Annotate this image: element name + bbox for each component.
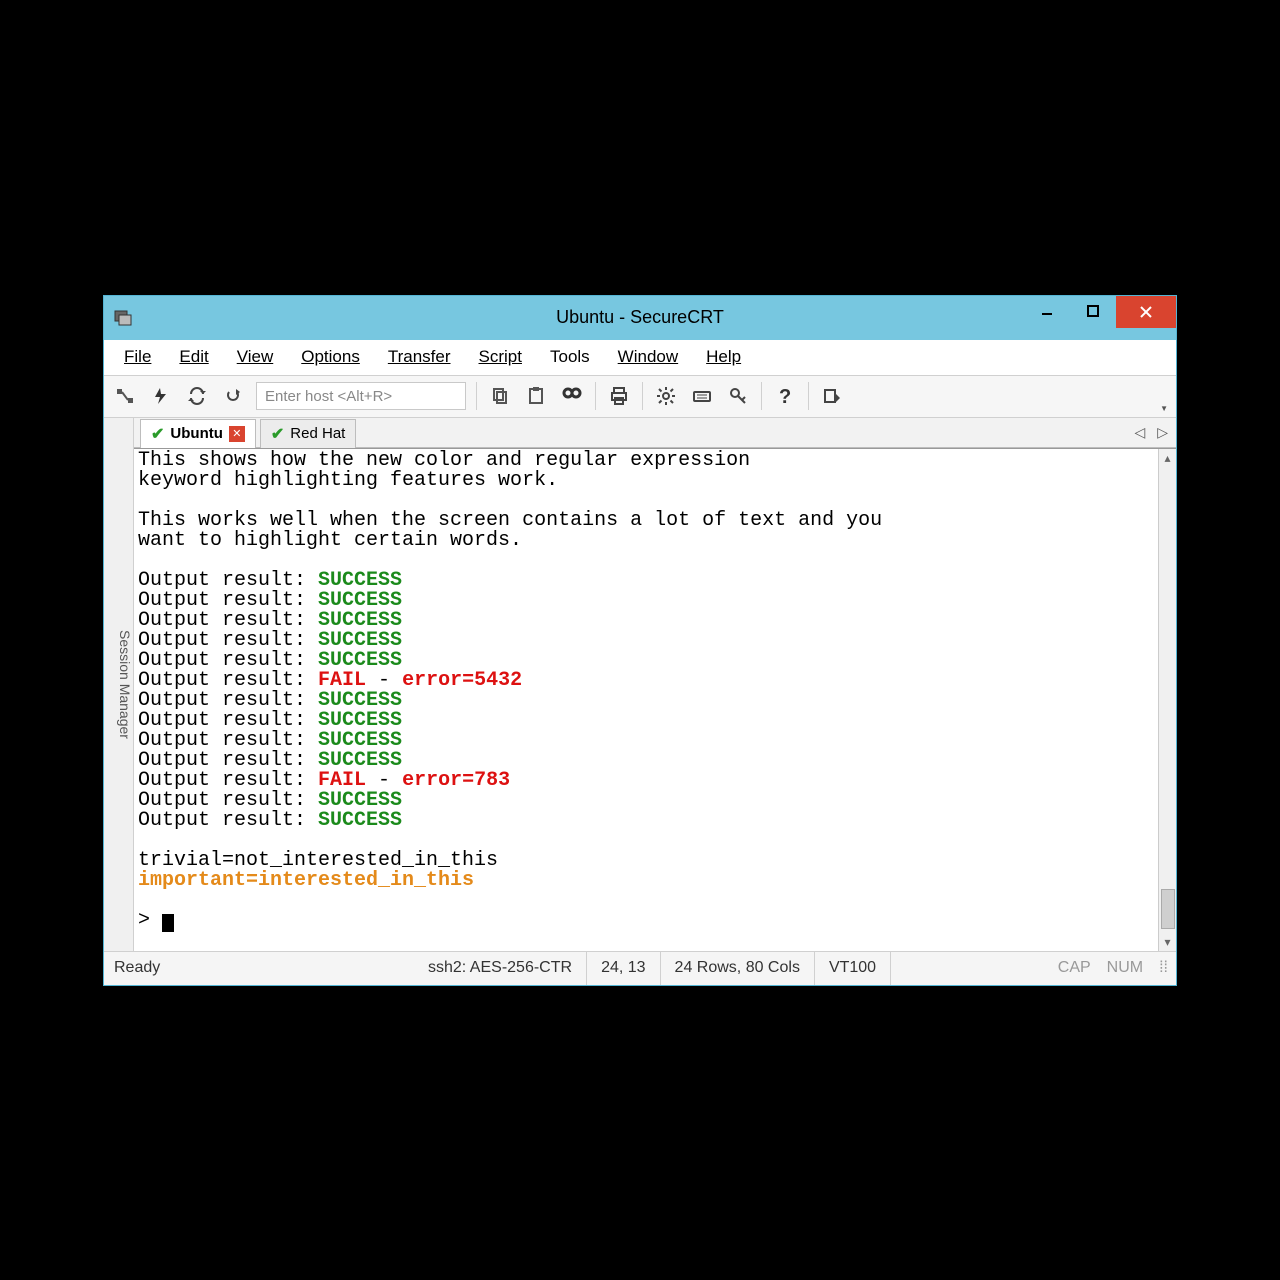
term-line: Output result: SUCCESS xyxy=(138,591,1154,611)
toolbar-separator xyxy=(595,382,596,410)
term-line: Output result: FAIL - error=5432 xyxy=(138,671,1154,691)
tab-ubuntu[interactable]: ✔ Ubuntu ✕ xyxy=(140,419,256,448)
term-line: Output result: SUCCESS xyxy=(138,731,1154,751)
tab-close-button[interactable]: ✕ xyxy=(229,426,245,442)
menu-edit[interactable]: Edit xyxy=(171,343,216,371)
titlebar[interactable]: Ubuntu - SecureCRT xyxy=(104,296,1176,340)
status-term-type: VT100 xyxy=(815,952,891,985)
disconnect-icon[interactable] xyxy=(220,383,246,409)
term-prompt: > xyxy=(138,911,1154,931)
cursor xyxy=(162,914,174,932)
status-protocol: ssh2: AES-256-CTR xyxy=(414,952,587,985)
window-controls xyxy=(1024,296,1176,328)
terminal[interactable]: This shows how the new color and regular… xyxy=(134,449,1158,951)
scroll-up-icon[interactable]: ▴ xyxy=(1164,451,1170,465)
term-line: want to highlight certain words. xyxy=(138,531,1154,551)
term-line: Output result: SUCCESS xyxy=(138,571,1154,591)
host-input[interactable] xyxy=(256,382,466,410)
svg-text:?: ? xyxy=(779,386,791,406)
term-line: Output result: SUCCESS xyxy=(138,631,1154,651)
tab-redhat[interactable]: ✔ Red Hat xyxy=(260,419,356,448)
window-title: Ubuntu - SecureCRT xyxy=(556,307,724,328)
scroll-thumb[interactable] xyxy=(1161,889,1175,929)
status-cap: CAP xyxy=(1050,959,1099,977)
term-line: This works well when the screen contains… xyxy=(138,511,1154,531)
term-line: Output result: SUCCESS xyxy=(138,791,1154,811)
toolbar-dropdown-icon[interactable]: ▼ xyxy=(1160,404,1168,413)
tab-next-icon[interactable]: ▷ xyxy=(1157,424,1168,441)
term-line xyxy=(138,491,1154,511)
term-line: Output result: FAIL - error=783 xyxy=(138,771,1154,791)
toolbar-separator xyxy=(761,382,762,410)
help-icon[interactable]: ? xyxy=(772,383,798,409)
toolbar-separator xyxy=(808,382,809,410)
menu-transfer[interactable]: Transfer xyxy=(380,343,459,371)
tab-prev-icon[interactable]: ◁ xyxy=(1134,424,1145,441)
scroll-down-icon[interactable]: ▾ xyxy=(1164,935,1170,949)
menubar: File Edit View Options Transfer Script T… xyxy=(104,340,1176,376)
check-icon: ✔ xyxy=(271,424,284,444)
term-line xyxy=(138,831,1154,851)
menu-options[interactable]: Options xyxy=(293,343,368,371)
term-line: important=interested_in_this xyxy=(138,871,1154,891)
term-line: Output result: SUCCESS xyxy=(138,691,1154,711)
minimize-button[interactable] xyxy=(1024,296,1070,326)
term-line: Output result: SUCCESS xyxy=(138,611,1154,631)
tab-nav: ◁ ▷ xyxy=(1134,418,1168,447)
term-line: Output result: SUCCESS xyxy=(138,751,1154,771)
menu-window[interactable]: Window xyxy=(610,343,686,371)
close-button[interactable] xyxy=(1116,296,1176,328)
reconnect-icon[interactable] xyxy=(184,383,210,409)
paste-icon[interactable] xyxy=(523,383,549,409)
app-window: Ubuntu - SecureCRT File Edit View Option… xyxy=(103,295,1177,986)
options-icon[interactable] xyxy=(653,383,679,409)
tab-label: Ubuntu xyxy=(170,425,222,442)
session-manager-tab[interactable]: Session Manager xyxy=(104,418,134,951)
toolbar-separator xyxy=(642,382,643,410)
keyboard-icon[interactable] xyxy=(689,383,715,409)
main-column: ✔ Ubuntu ✕ ✔ Red Hat ◁ ▷ This shows how … xyxy=(134,418,1176,951)
connect-icon[interactable] xyxy=(112,383,138,409)
maximize-button[interactable] xyxy=(1070,296,1116,326)
menu-tools[interactable]: Tools xyxy=(542,343,598,371)
status-size: 24 Rows, 80 Cols xyxy=(661,952,815,985)
status-cursor-pos: 24, 13 xyxy=(587,952,660,985)
key-icon[interactable] xyxy=(725,383,751,409)
term-line: Output result: SUCCESS xyxy=(138,811,1154,831)
menu-file[interactable]: File xyxy=(116,343,159,371)
body-area: Session Manager ✔ Ubuntu ✕ ✔ Red Hat ◁ ▷ xyxy=(104,418,1176,951)
app-icon xyxy=(114,309,132,327)
copy-icon[interactable] xyxy=(487,383,513,409)
menu-script[interactable]: Script xyxy=(471,343,530,371)
term-line: Output result: SUCCESS xyxy=(138,651,1154,671)
menu-help[interactable]: Help xyxy=(698,343,749,371)
status-num: NUM xyxy=(1099,959,1151,977)
menu-view[interactable]: View xyxy=(229,343,282,371)
transfer-icon[interactable] xyxy=(819,383,845,409)
term-line: This shows how the new color and regular… xyxy=(138,451,1154,471)
statusbar: Ready ssh2: AES-256-CTR 24, 13 24 Rows, … xyxy=(104,951,1176,985)
terminal-wrap: This shows how the new color and regular… xyxy=(134,448,1176,951)
terminal-scrollbar[interactable]: ▴ ▾ xyxy=(1158,449,1176,951)
print-icon[interactable] xyxy=(606,383,632,409)
toolbar: ? ▼ xyxy=(104,376,1176,418)
status-grip-icon[interactable]: ⁞⁞ xyxy=(1151,959,1176,977)
term-line: Output result: SUCCESS xyxy=(138,711,1154,731)
tabstrip: ✔ Ubuntu ✕ ✔ Red Hat ◁ ▷ xyxy=(134,418,1176,448)
term-line: keyword highlighting features work. xyxy=(138,471,1154,491)
find-icon[interactable] xyxy=(559,383,585,409)
term-line: trivial=not_interested_in_this xyxy=(138,851,1154,871)
status-ready: Ready xyxy=(104,952,414,985)
check-icon: ✔ xyxy=(151,424,164,444)
term-line xyxy=(138,891,1154,911)
tab-label: Red Hat xyxy=(290,425,345,442)
quick-connect-icon[interactable] xyxy=(148,383,174,409)
term-line xyxy=(138,551,1154,571)
toolbar-separator xyxy=(476,382,477,410)
